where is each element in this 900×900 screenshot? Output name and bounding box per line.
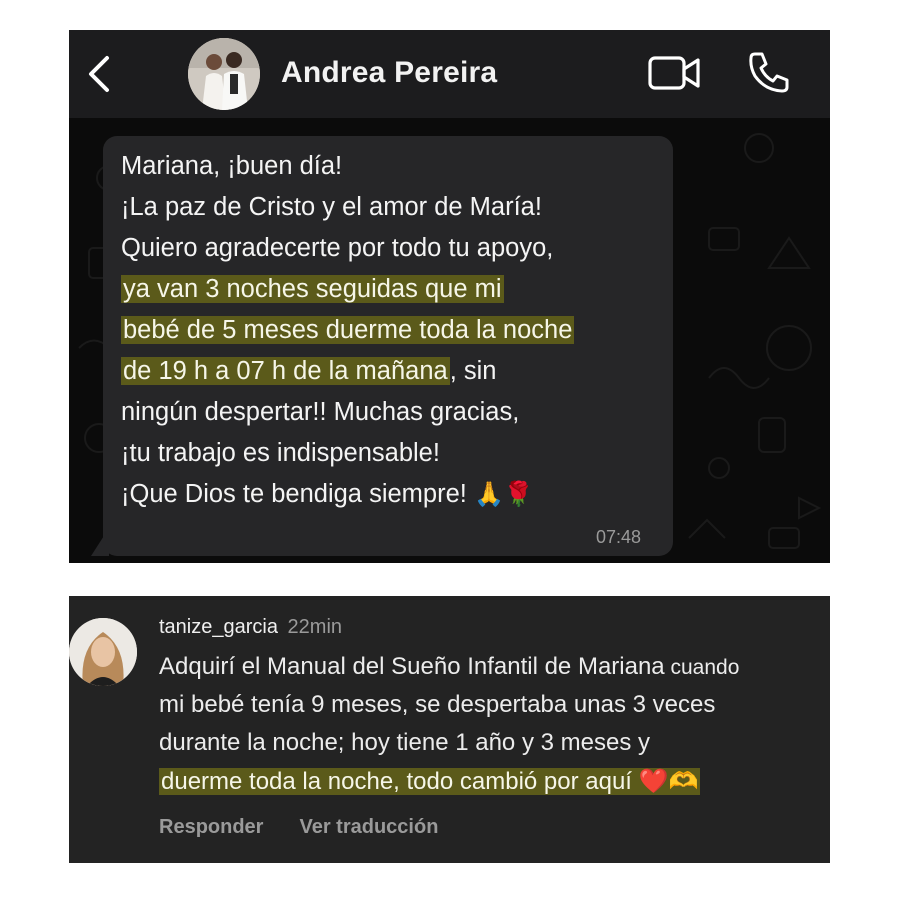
message-line: Mariana, ¡buen día!: [121, 152, 343, 180]
highlighted-text: ya van 3 noches seguidas que mi: [121, 275, 504, 303]
comment-line: durante la noche; hoy tiene 1 año y 3 me…: [159, 729, 650, 756]
comment-text: Adquirí el Manual del Sueño Infantil de …: [159, 648, 824, 800]
message-text: Mariana, ¡buen día! ¡La paz de Cristo y …: [121, 146, 681, 515]
message-line: ¡La paz de Cristo y el amor de María!: [121, 193, 542, 221]
message-line: Quiero agradecerte por todo tu apoyo,: [121, 234, 554, 262]
comment-line: mi bebé tenía 9 meses, se despertaba una…: [159, 691, 716, 718]
contact-name[interactable]: Andrea Pereira: [281, 56, 497, 90]
comment-header: tanize_garcia 22min: [159, 616, 342, 639]
comment-line: duerme toda la noche, todo cambió por aq…: [159, 762, 824, 800]
chevron-left-icon: [89, 56, 109, 92]
phone-icon: [749, 52, 789, 93]
comment-actions: Responder Ver traducción: [159, 816, 438, 839]
comment-time: 22min: [287, 616, 343, 638]
woman-portrait-icon: [69, 618, 137, 686]
message-timestamp: 07:48: [596, 527, 642, 547]
video-camera-icon: [648, 56, 700, 90]
praying-hands-rose-icon: 🙏🌹: [473, 480, 534, 508]
comment-line: Adquirí el Manual del Sueño Infantil de …: [159, 653, 740, 680]
highlighted-text: de 19 h a 07 h de la mañana: [121, 357, 450, 385]
highlighted-text: duerme toda la noche, todo cambió por aq…: [159, 767, 701, 795]
voice-call-button[interactable]: [745, 48, 793, 96]
back-button[interactable]: [83, 52, 117, 96]
whatsapp-chat-screenshot: Andrea Pereira Mariana, ¡buen día! ¡La p…: [69, 30, 830, 563]
commenter-username[interactable]: tanize_garcia: [159, 616, 278, 638]
message-line: ningún despertar!! Muchas gracias,: [121, 398, 520, 426]
video-call-button[interactable]: [647, 52, 701, 94]
instagram-comment-screenshot: tanize_garcia 22min Adquirí el Manual de…: [69, 596, 830, 863]
chat-header: Andrea Pereira: [69, 30, 830, 118]
highlighted-text: bebé de 5 meses duerme toda la noche: [121, 316, 575, 344]
contact-avatar[interactable]: [188, 38, 260, 110]
message-line: de 19 h a 07 h de la mañana, sin: [121, 357, 497, 385]
message-line: ¡tu trabajo es indispensable!: [121, 439, 440, 467]
bubble-tail: [91, 528, 109, 556]
message-line: bebé de 5 meses duerme toda la noche: [121, 310, 681, 351]
message-line: ¡Que Dios te bendiga siempre! 🙏🌹: [121, 480, 534, 508]
reply-button[interactable]: Responder: [159, 816, 263, 838]
see-translation-button[interactable]: Ver traducción: [299, 816, 438, 838]
commenter-avatar[interactable]: [69, 618, 137, 686]
message-line: ya van 3 noches seguidas que mi: [121, 269, 681, 310]
heart-hands-icon: ❤️🫶: [638, 767, 699, 795]
couple-photo-icon: [188, 38, 260, 110]
